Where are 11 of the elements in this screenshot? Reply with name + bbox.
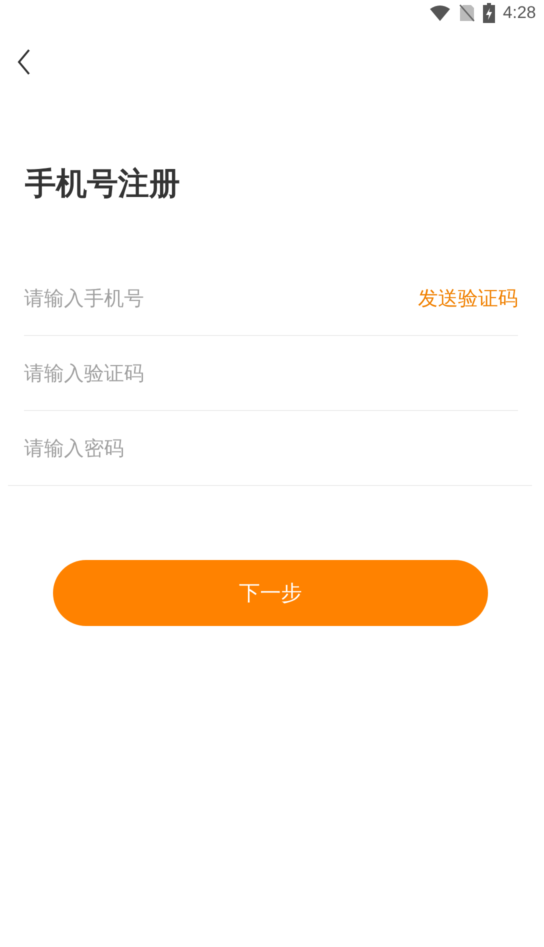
wifi-icon <box>428 5 451 21</box>
next-button[interactable]: 下一步 <box>53 560 488 626</box>
send-code-link[interactable]: 发送验证码 <box>418 284 518 312</box>
page-title: 手机号注册 <box>25 165 181 204</box>
input-field[interactable]: 请输入验证码 <box>24 361 518 385</box>
input-field[interactable]: 请输入密码 <box>24 436 518 460</box>
no-sim-icon <box>458 4 475 22</box>
status-time: 4:28 <box>502 3 536 23</box>
back-icon[interactable] <box>17 49 31 75</box>
battery-charging-icon <box>482 3 495 23</box>
input-field[interactable]: 请输入手机号 <box>24 286 418 310</box>
